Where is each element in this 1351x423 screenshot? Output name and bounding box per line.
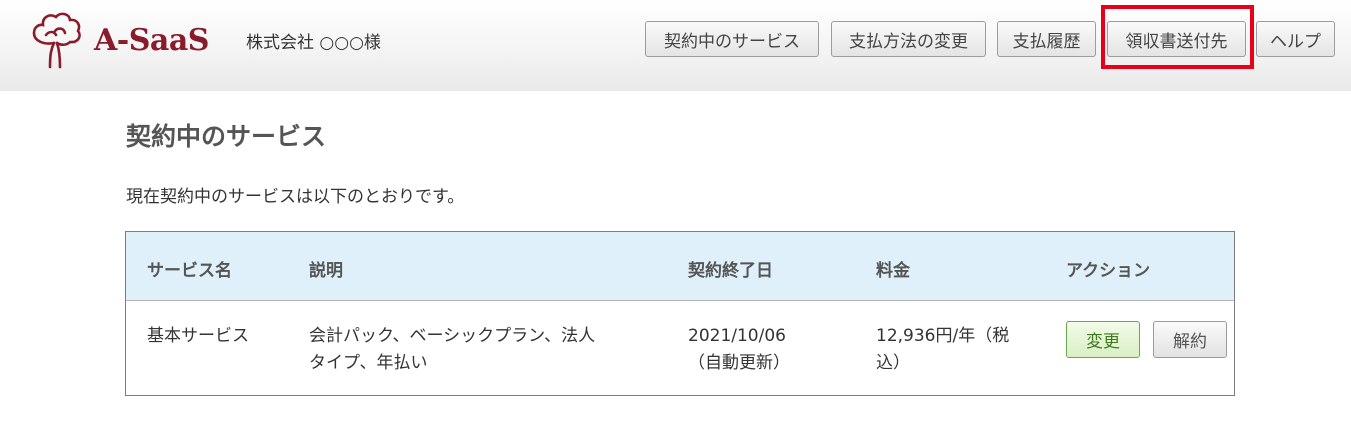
- cancel-contract-button[interactable]: 解約: [1153, 321, 1227, 358]
- end-date-value: 2021/10/06: [688, 326, 786, 346]
- company-name: 株式会社 ○○○様: [246, 33, 381, 53]
- nav-contracted-services-button[interactable]: 契約中のサービス: [645, 21, 819, 57]
- cell-description: 会計パック、ベーシックプラン、法人 タイプ、年払い: [309, 323, 659, 377]
- description-line-1: 会計パック、ベーシックプラン、法人: [309, 326, 596, 346]
- column-header-actions: アクション: [1066, 261, 1151, 281]
- description-line-2: タイプ、年払い: [309, 353, 428, 373]
- nav-payment-history-button[interactable]: 支払履歴: [997, 21, 1096, 57]
- column-header-description: 説明: [309, 261, 343, 281]
- table-header: サービス名 説明 契約終了日 料金 アクション: [126, 232, 1234, 301]
- logo[interactable]: A-SaaS: [24, 9, 214, 71]
- page-title: 契約中のサービス: [126, 122, 327, 151]
- change-button[interactable]: 変更: [1066, 321, 1140, 358]
- header-bar: A-SaaS 株式会社 ○○○様 契約中のサービス 支払方法の変更 支払履歴 領…: [0, 0, 1351, 91]
- highlight-annotation: [1101, 5, 1254, 69]
- cell-end-date: 2021/10/06 （自動更新）: [688, 323, 790, 377]
- cloud-tree-logo-icon: [32, 12, 81, 69]
- price-line-1: 12,936円/年（税: [876, 326, 1010, 346]
- services-table: サービス名 説明 契約終了日 料金 アクション 基本サービス 会計パック、ベーシ…: [125, 231, 1235, 396]
- column-header-end-date: 契約終了日: [688, 261, 773, 281]
- column-header-service-name: サービス名: [147, 261, 232, 281]
- logo-text: A-SaaS: [94, 23, 209, 58]
- intro-text: 現在契約中のサービスは以下のとおりです。: [126, 187, 465, 207]
- cell-service-name: 基本サービス: [147, 326, 249, 346]
- end-date-note: （自動更新）: [688, 353, 790, 373]
- price-line-2: 込）: [876, 353, 910, 373]
- cell-price: 12,936円/年（税 込）: [876, 323, 1009, 377]
- nav-payment-method-button[interactable]: 支払方法の変更: [831, 21, 986, 57]
- nav-help-button[interactable]: ヘルプ: [1256, 21, 1335, 57]
- column-header-price: 料金: [876, 261, 910, 281]
